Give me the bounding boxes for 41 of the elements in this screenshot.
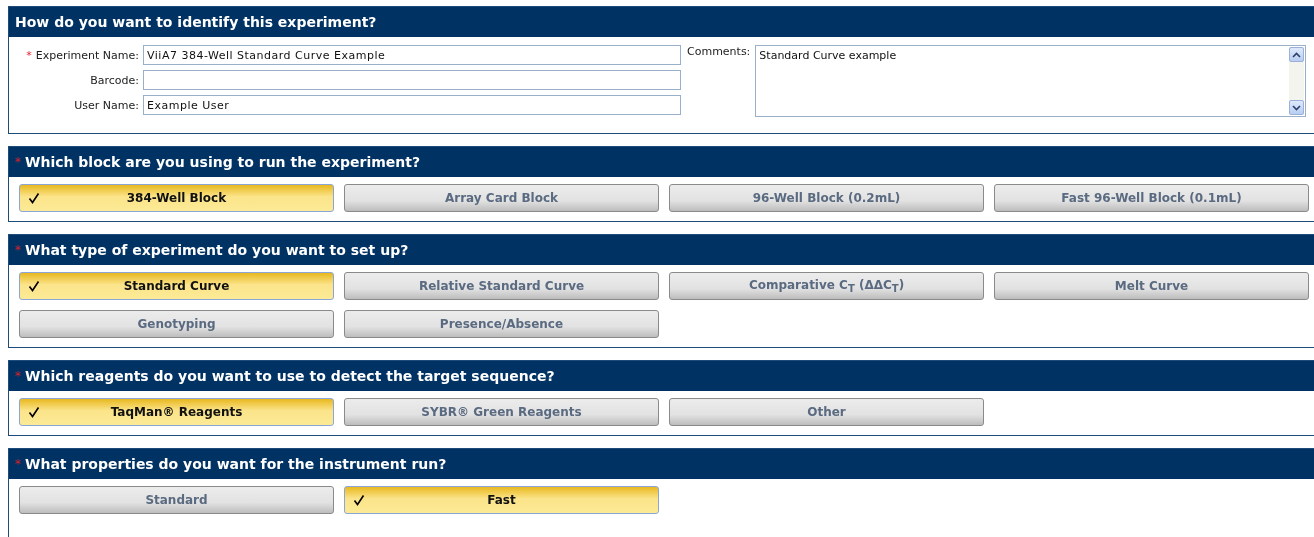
option-button[interactable]: Genotyping: [19, 310, 334, 338]
scroll-down-button[interactable]: [1289, 100, 1304, 115]
option-button[interactable]: Comparative C$_{T}$ (ΔΔC$_{T}$): [669, 272, 984, 300]
chevron-down-icon: [1292, 104, 1301, 111]
required-mark: *: [15, 243, 21, 257]
option-button[interactable]: Relative Standard Curve: [344, 272, 659, 300]
input-field[interactable]: [143, 70, 681, 90]
required-mark: *: [26, 48, 32, 62]
option-button[interactable]: TaqMan® Reagents: [19, 398, 334, 426]
required-mark: *: [15, 155, 21, 169]
required-mark: *: [15, 457, 21, 471]
check-icon: [28, 406, 40, 418]
chevron-up-icon: [1292, 51, 1301, 58]
field-label: Barcode:: [90, 73, 139, 87]
option-button[interactable]: Array Card Block: [344, 184, 659, 212]
option-button[interactable]: 384-Well Block: [19, 184, 334, 212]
section-title: Which reagents do you want to use to detect the target sequence?: [25, 368, 555, 384]
option-button[interactable]: 96-Well Block (0.2mL): [669, 184, 984, 212]
required-mark: *: [15, 369, 21, 383]
field-label: Experiment Name:: [35, 48, 139, 62]
option-button[interactable]: Fast 96-Well Block (0.1mL): [994, 184, 1309, 212]
check-icon: [28, 192, 40, 204]
input-field[interactable]: ViiA7 384-Well Standard Curve Example: [143, 45, 681, 65]
input-field[interactable]: Example User: [143, 95, 681, 115]
field-label: User Name:: [74, 98, 139, 112]
section-title: Which block are you using to run the experiment?: [25, 154, 421, 170]
option-button[interactable]: Other: [669, 398, 984, 426]
field-label: Comments:: [687, 45, 751, 60]
section-title: What type of experiment do you want to set up?: [25, 242, 409, 258]
check-icon: [28, 280, 40, 292]
option-button[interactable]: Presence/Absence: [344, 310, 659, 338]
section-title: What properties do you want for the instrument run?: [25, 456, 447, 472]
check-icon: [353, 494, 365, 506]
option-button[interactable]: Fast: [344, 486, 659, 514]
option-button[interactable]: Melt Curve: [994, 272, 1309, 300]
section-title: How do you want to identify this experiment?: [15, 14, 377, 30]
option-button[interactable]: Standard Curve: [19, 272, 334, 300]
option-button[interactable]: Standard: [19, 486, 334, 514]
scroll-up-button[interactable]: [1289, 47, 1304, 62]
option-button[interactable]: SYBR® Green Reagents: [344, 398, 659, 426]
comments-field[interactable]: Standard Curve example: [755, 45, 1306, 117]
